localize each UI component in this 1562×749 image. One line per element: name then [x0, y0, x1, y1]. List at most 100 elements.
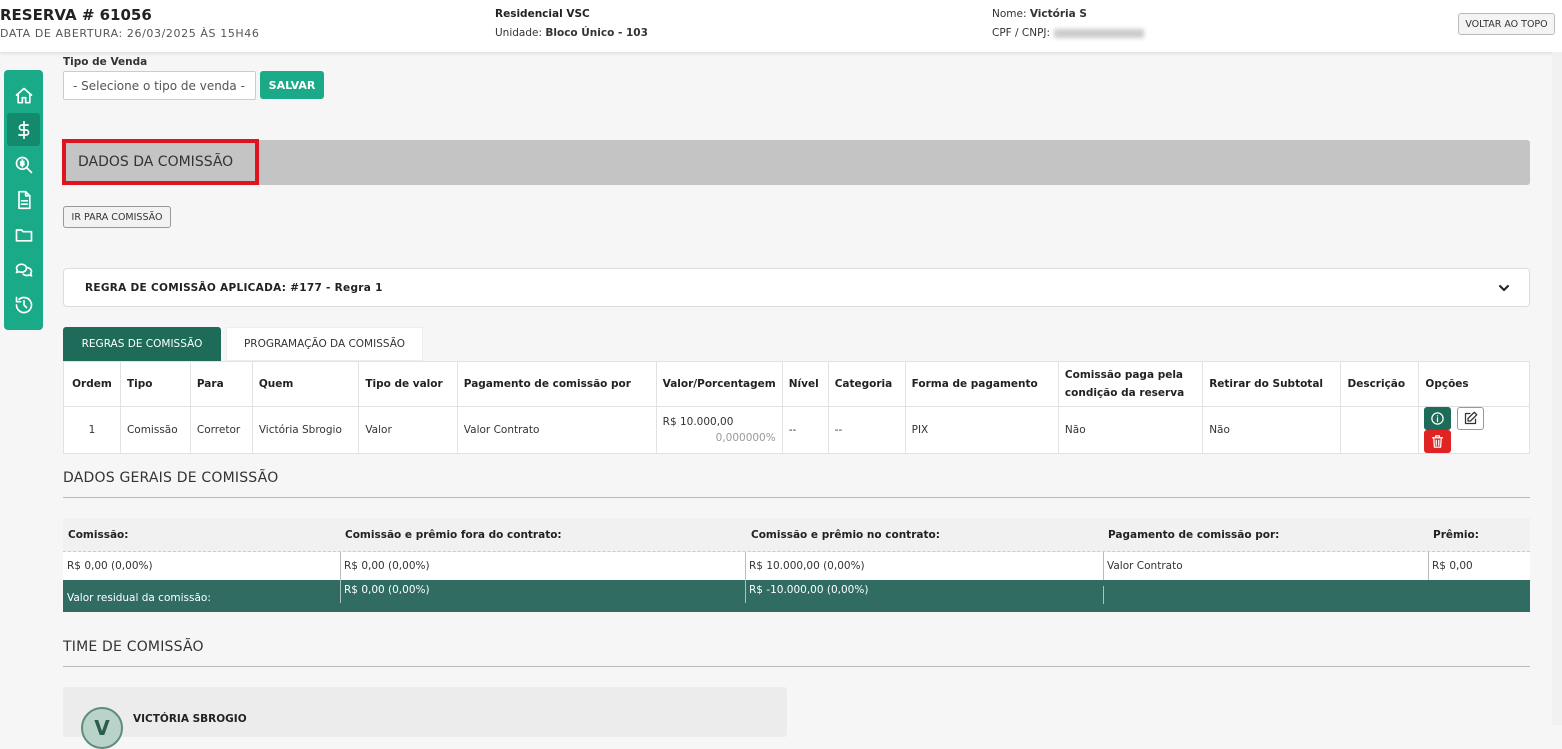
table-row: 1 Comissão Corretor Victória Sbrogio Val…	[63, 406, 1530, 454]
history-icon	[15, 296, 32, 313]
sidebar	[4, 70, 43, 330]
cell-opcoes	[1418, 406, 1530, 454]
cell-quem: Victória Sbrogio	[251, 406, 360, 454]
dg-value: Valor Contrato	[1103, 552, 1183, 580]
dados-gerais-header-row: Comissão: Comissão e prêmio fora do cont…	[63, 518, 1530, 552]
dg-value: R$ 0,00 (0,00%)	[340, 552, 430, 580]
regra-aplicada-accordion[interactable]: REGRA DE COMISSÃO APLICADA: #177 - Regra…	[63, 268, 1530, 307]
cell-para: Corretor	[189, 406, 253, 454]
col-header: Ordem	[63, 361, 121, 407]
cell-paga-condicao: Não	[1057, 406, 1204, 454]
sidebar-home[interactable]	[7, 79, 40, 112]
sidebar-consulta[interactable]	[7, 148, 40, 181]
nome-label: Nome:	[992, 8, 1027, 20]
dg-header: Pagamento de comissão por:	[1108, 528, 1280, 541]
unidade-value: Bloco Único - 103	[545, 27, 648, 39]
cliente-cpf: CPF / CNPJ:	[992, 27, 1145, 39]
tab-programacao-comissao[interactable]: PROGRAMAÇÃO DA COMISSÃO	[226, 327, 423, 361]
cpf-label: CPF / CNPJ:	[992, 27, 1051, 39]
time-comissao-title: TIME DE COMISSÃO	[63, 639, 204, 655]
cell-tipo: Comissão	[119, 406, 191, 454]
cell-retirar: Não	[1202, 406, 1342, 454]
col-header: Categoria	[827, 361, 906, 407]
document-icon	[17, 190, 31, 209]
tipo-venda-select[interactable]: - Selecione o tipo de venda -	[63, 71, 256, 100]
cell-descricao	[1340, 406, 1420, 454]
edit-icon	[1465, 411, 1478, 425]
col-header: Quem	[251, 361, 360, 407]
dg-header: Prêmio:	[1433, 528, 1479, 541]
cell-tipo-valor: Valor	[358, 406, 458, 454]
cell-pagamento: Valor Contrato	[456, 406, 657, 454]
cell-forma: PIX	[904, 406, 1059, 454]
valor-amount: R$ 10.000,00	[662, 416, 734, 428]
divider	[63, 497, 1530, 498]
residual-empty	[1103, 586, 1107, 604]
col-header: Retirar do Subtotal	[1202, 361, 1342, 407]
dados-gerais-table: Comissão: Comissão e prêmio fora do cont…	[63, 518, 1530, 612]
salvar-button[interactable]: SALVAR	[260, 71, 324, 99]
col-header: Nível	[781, 361, 829, 407]
reserva-title: RESERVA # 61056	[0, 6, 152, 24]
ir-para-comissao-button[interactable]: IR PARA COMISSÃO	[63, 206, 171, 228]
dg-header: Comissão e prêmio no contrato:	[751, 528, 940, 541]
cell-categoria: --	[827, 406, 906, 454]
dados-comissao-header: DADOS DA COMISSÃO	[63, 140, 1530, 185]
highlight-box	[62, 139, 259, 185]
col-header: Para	[189, 361, 253, 407]
cliente-nome: Nome: Victória S	[992, 8, 1087, 20]
cell-valor: R$ 10.000,00 0,000000%	[655, 406, 783, 454]
scrollbar[interactable]	[1552, 52, 1562, 725]
chevron-down-icon[interactable]	[1496, 280, 1512, 296]
dados-gerais-title: DADOS GERAIS DE COMISSÃO	[63, 470, 279, 486]
residual-value: R$ 0,00 (0,00%)	[340, 577, 430, 603]
empreendimento-name: Residencial VSC	[495, 8, 590, 20]
dg-value: R$ 10.000,00 (0,00%)	[745, 552, 865, 580]
voltar-ao-topo-button[interactable]: VOLTAR AO TOPO	[1458, 13, 1555, 35]
dollar-icon	[17, 120, 29, 139]
cell-nivel: --	[781, 406, 829, 454]
regra-aplicada-text: REGRA DE COMISSÃO APLICADA: #177 - Regra…	[85, 282, 383, 294]
sidebar-arquivos[interactable]	[7, 218, 40, 251]
folder-icon	[15, 228, 32, 242]
delete-button[interactable]	[1424, 430, 1452, 453]
chat-icon	[15, 262, 32, 277]
col-header: Comissão paga pela condição da reserva	[1057, 361, 1204, 407]
nome-value: Victória S	[1029, 8, 1087, 20]
col-header: Tipo de valor	[358, 361, 458, 407]
tipo-venda-label: Tipo de Venda	[63, 56, 148, 68]
residual-row: Valor residual da comissão: R$ 0,00 (0,0…	[63, 577, 1530, 612]
sidebar-mensagens[interactable]	[7, 253, 40, 286]
search-dollar-icon	[15, 156, 32, 173]
info-icon	[1431, 412, 1445, 425]
residual-label: Valor residual da comissão:	[67, 592, 211, 604]
unidade-label: Unidade:	[495, 27, 543, 39]
col-header: Descrição	[1340, 361, 1420, 407]
home-icon	[15, 87, 32, 103]
data-abertura: DATA DE ABERTURA: 26/03/2025 ÀS 15H46	[0, 27, 260, 40]
tab-regras-comissao[interactable]: REGRAS DE COMISSÃO	[63, 327, 221, 361]
valor-percentage: 0,000000%	[715, 432, 776, 444]
info-button[interactable]	[1424, 407, 1452, 430]
avatar: V	[81, 707, 123, 749]
trash-icon	[1432, 435, 1444, 448]
sidebar-financeiro[interactable]	[7, 113, 40, 146]
col-header: Opções	[1418, 361, 1530, 407]
unidade-info: Unidade: Bloco Único - 103	[495, 27, 648, 39]
col-header: Forma de pagamento	[904, 361, 1059, 407]
sidebar-historico[interactable]	[7, 288, 40, 321]
residual-value: R$ -10.000,00 (0,00%)	[745, 577, 868, 603]
cpf-blurred-value	[1054, 28, 1145, 38]
sidebar-documentos[interactable]	[7, 183, 40, 216]
col-header: Valor/Porcentagem	[655, 361, 783, 407]
divider	[63, 666, 1530, 667]
col-header: Tipo	[119, 361, 191, 407]
top-header: RESERVA # 61056 DATA DE ABERTURA: 26/03/…	[0, 0, 1562, 52]
dg-value: R$ 0,00 (0,00%)	[67, 560, 153, 572]
rules-table: Ordem Tipo Para Quem Tipo de valor Pagam…	[63, 361, 1530, 454]
table-header-row: Ordem Tipo Para Quem Tipo de valor Pagam…	[63, 361, 1530, 407]
col-header: Pagamento de comissão por	[456, 361, 657, 407]
edit-button[interactable]	[1457, 407, 1485, 430]
dg-header: Comissão:	[68, 528, 129, 541]
dg-header: Comissão e prêmio fora do contrato:	[345, 528, 562, 541]
